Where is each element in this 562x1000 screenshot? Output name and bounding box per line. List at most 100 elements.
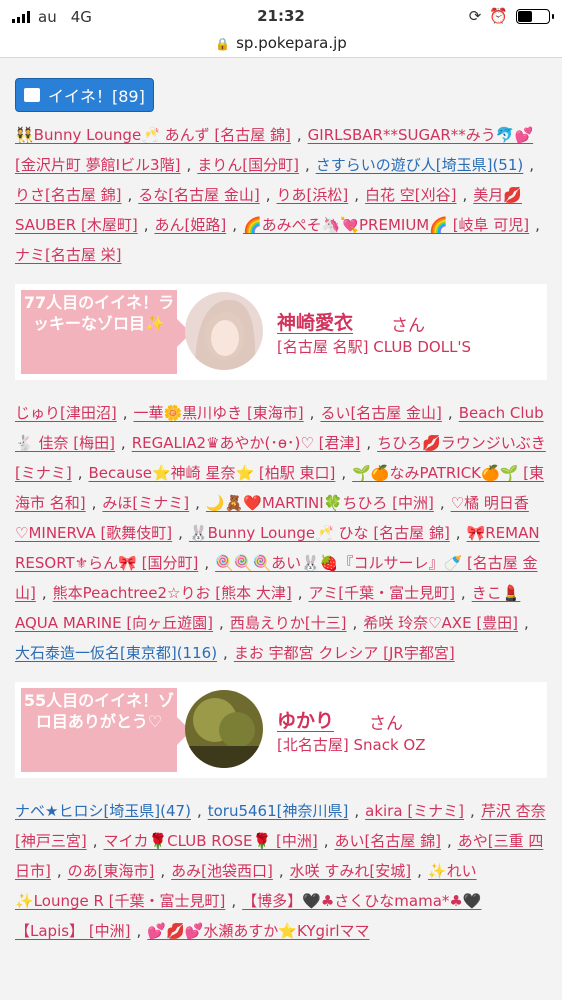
separator: , [354, 186, 360, 204]
separator: , [143, 216, 149, 234]
liker-link[interactable]: ナベ★ヒロシ[埼玉県](47) [15, 802, 191, 820]
separator: , [462, 186, 468, 204]
separator: , [195, 494, 200, 512]
liker-link[interactable]: みほ[ミナミ] [102, 494, 189, 512]
liker-link[interactable]: 熊本Peachtree2☆りお [熊本 大津] [53, 584, 292, 602]
separator: , [178, 524, 183, 542]
liker-list-2: じゅり[津田沼], 一華🌼黒川ゆき [東海市], るい[名古屋 金山], Beach … [15, 398, 547, 668]
url-text: sp.pokepara.jp [236, 34, 347, 52]
liker-link[interactable]: toru5461[神奈川県] [208, 802, 349, 820]
separator: , [529, 156, 535, 174]
status-bar: au 4G 21:32 ⟳ ⏰ [0, 0, 562, 34]
liker-link[interactable]: 🌙🧸❤️MARTINI🍀ちひろ [中洲] [206, 494, 434, 512]
liker-link[interactable]: 希咲 玲奈♡AXE [豊田] [363, 614, 518, 632]
iine-label: イイネ！[89] [48, 87, 145, 106]
separator: , [120, 434, 126, 452]
liker-link[interactable]: 白花 空[刈谷] [365, 186, 456, 204]
liker-link[interactable]: じゅり[津田沼] [15, 404, 117, 422]
liker-link[interactable]: さすらいの遊び人[埼玉県](51) [316, 156, 524, 174]
liker-link[interactable]: akira [ミナミ] [365, 802, 464, 820]
liker-link[interactable]: 一華🌼黒川ゆき [東海市] [134, 404, 304, 422]
lock-icon: 🔒 [215, 37, 231, 51]
separator: , [186, 156, 192, 174]
liker-link[interactable]: 🐰Bunny Lounge🥂 ひな [名古屋 錦] [189, 524, 450, 542]
separator: , [92, 832, 98, 850]
liker-link[interactable]: アミ[千葉・富士見町] [309, 584, 455, 602]
milestone-card-2[interactable]: 55人目のイイネ！ゾロ目ありがとう♡ ゆかり [北名古屋] Snack OZ さ… [15, 682, 547, 778]
separator: , [455, 524, 461, 542]
liker-link[interactable]: あん[姫路] [154, 216, 226, 234]
separator: , [223, 644, 228, 662]
separator: , [323, 832, 329, 850]
liker-link[interactable]: まりん[国分町] [197, 156, 299, 174]
liker-link[interactable]: まお 宇都宮 クレシア [JR宇都宮] [234, 644, 455, 662]
liker-link[interactable]: 西島えりか[十三] [230, 614, 347, 632]
separator: , [366, 434, 372, 452]
avatar[interactable] [185, 292, 263, 370]
liker-link[interactable]: マイカ🌹CLUB ROSE🌹 [中洲] [104, 832, 318, 850]
liker-link[interactable]: あい[名古屋 錦] [334, 832, 440, 850]
liker-link[interactable]: 👯Bunny Lounge🥂 あんず [名古屋 錦] [15, 126, 291, 144]
separator: , [535, 216, 540, 234]
liker-link[interactable]: あみ[池袋西口] [171, 862, 273, 880]
iine-button[interactable]: イイネ！[89] [15, 78, 154, 112]
address-bar[interactable]: 🔒 sp.pokepara.jp [0, 34, 562, 58]
liker-link[interactable]: るな[名古屋 金山] [138, 186, 259, 204]
milestone-banner: 55人目のイイネ！ゾロ目ありがとう♡ [21, 688, 191, 772]
liker-link[interactable]: REGALIA2♛あやか(･ө･)♡ [君津] [132, 434, 361, 452]
separator: , [196, 802, 202, 820]
liker-list-3: ナベ★ヒロシ[埼玉県](47), toru5461[神奈川県], akira [ミナ… [15, 796, 547, 946]
separator: , [439, 494, 445, 512]
liker-link[interactable]: のあ[東海市] [68, 862, 155, 880]
separator: , [204, 554, 210, 572]
separator: , [304, 156, 310, 174]
separator: , [447, 404, 453, 422]
liker-link[interactable]: 水咲 すみれ[安城] [290, 862, 411, 880]
separator: , [446, 832, 452, 850]
separator: , [297, 584, 303, 602]
liker-link[interactable]: 💕💋💕水瀬あすか⭐KYgirlママ [147, 922, 369, 940]
separator: , [341, 464, 347, 482]
separator: , [460, 584, 466, 602]
battery-icon [516, 8, 554, 24]
separator: , [160, 862, 166, 880]
separator: , [127, 186, 133, 204]
liker-link[interactable]: 大石泰造一仮名[東京都](116) [15, 644, 217, 662]
liker-link[interactable]: ナミ[名古屋 栄] [15, 246, 121, 264]
cast-shop: [北名古屋] Snack OZ [277, 736, 426, 754]
separator: , [122, 404, 128, 422]
thumbs-up-icon [24, 88, 40, 102]
separator: , [232, 216, 237, 234]
separator: , [470, 802, 475, 820]
separator: , [231, 892, 237, 910]
separator: , [56, 862, 62, 880]
honorific: さん [369, 714, 403, 734]
separator: , [524, 614, 529, 632]
liker-link[interactable]: りあ[浜松] [277, 186, 349, 204]
cast-shop: [名古屋 名駅] CLUB DOLL'S [277, 338, 472, 356]
separator: , [77, 464, 83, 482]
page-content: イイネ！[89] 👯Bunny Lounge🥂 あんず [名古屋 錦], GIRL… [0, 58, 562, 1000]
avatar[interactable] [185, 690, 263, 768]
separator: , [309, 404, 315, 422]
separator: , [278, 862, 284, 880]
cast-name[interactable]: ゆかり [277, 706, 334, 733]
cast-name[interactable]: 神崎愛衣 [277, 308, 353, 335]
liker-link[interactable]: りさ[名古屋 錦] [15, 186, 121, 204]
separator: , [136, 922, 142, 940]
separator: , [265, 186, 271, 204]
milestone-card-1[interactable]: 77人目のイイネ！ラッキーなゾロ目✨ 神崎愛衣 [名古屋 名駅] CLUB DO… [15, 284, 547, 380]
separator: , [41, 584, 47, 602]
separator: , [352, 614, 358, 632]
milestone-banner: 77人目のイイネ！ラッキーなゾロ目✨ [21, 290, 191, 374]
liker-link[interactable]: 🌈あみぺそ🦄💘PREMIUM🌈 [岐阜 可児] [243, 216, 529, 234]
alarm-icon: ⏰ [489, 7, 508, 25]
liker-link[interactable]: Because⭐神崎 星奈⭐ [柏駅 東口] [89, 464, 336, 482]
liker-link[interactable]: るい[名古屋 金山] [320, 404, 441, 422]
separator: , [417, 862, 422, 880]
separator: , [91, 494, 97, 512]
separator: , [219, 614, 224, 632]
liker-list-1: 👯Bunny Lounge🥂 あんず [名古屋 錦], GIRLSBAR**SUG… [15, 120, 547, 270]
separator: , [354, 802, 360, 820]
honorific: さん [391, 316, 425, 336]
